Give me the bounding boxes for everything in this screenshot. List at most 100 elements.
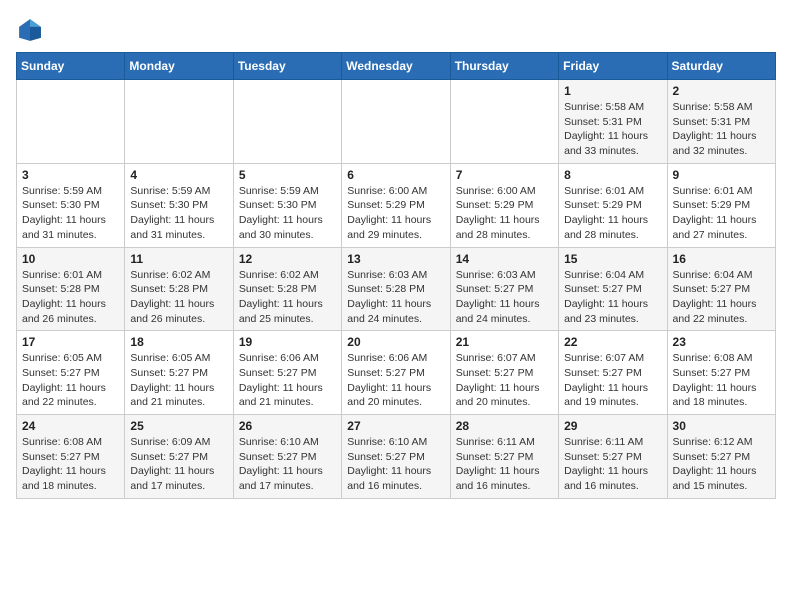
- calendar-body: 1 Sunrise: 5:58 AM Sunset: 5:31 PM Daylig…: [17, 80, 776, 499]
- cell-date: 25: [130, 419, 227, 433]
- calendar-cell: 20 Sunrise: 6:06 AM Sunset: 5:27 PM Dayli…: [342, 331, 450, 415]
- cell-date: 1: [564, 84, 661, 98]
- cell-info: Sunrise: 6:07 AM Sunset: 5:27 PM Dayligh…: [564, 351, 661, 410]
- calendar-cell: 3 Sunrise: 5:59 AM Sunset: 5:30 PM Daylig…: [17, 163, 125, 247]
- cell-info: Sunrise: 6:01 AM Sunset: 5:29 PM Dayligh…: [673, 184, 770, 243]
- weekday-tuesday: Tuesday: [233, 53, 341, 80]
- calendar-cell: 14Sunrise: 6:03 AM Sunset: 5:27 PM Dayli…: [450, 247, 558, 331]
- cell-date: 12: [239, 252, 336, 266]
- calendar-cell: 30Sunrise: 6:12 AM Sunset: 5:27 PM Dayli…: [667, 415, 775, 499]
- cell-info: Sunrise: 6:08 AM Sunset: 5:27 PM Dayligh…: [673, 351, 770, 410]
- cell-date: 24: [22, 419, 119, 433]
- cell-info: Sunrise: 6:02 AM Sunset: 5:28 PM Dayligh…: [239, 268, 336, 327]
- calendar-cell: 4Sunrise: 5:59 AM Sunset: 5:30 PM Daylig…: [125, 163, 233, 247]
- cell-date: 7: [456, 168, 553, 182]
- calendar-cell: 19Sunrise: 6:06 AM Sunset: 5:27 PM Dayli…: [233, 331, 341, 415]
- cell-date: 18: [130, 335, 227, 349]
- cell-info: Sunrise: 6:11 AM Sunset: 5:27 PM Dayligh…: [456, 435, 553, 494]
- logo-icon: [16, 16, 44, 44]
- cell-info: Sunrise: 6:01 AM Sunset: 5:28 PM Dayligh…: [22, 268, 119, 327]
- calendar-cell: 27 Sunrise: 6:10 AM Sunset: 5:27 PM Dayli…: [342, 415, 450, 499]
- cell-date: 6: [347, 168, 444, 182]
- cell-info: Sunrise: 6:04 AM Sunset: 5:27 PM Dayligh…: [673, 268, 770, 327]
- cell-date: 16: [673, 252, 770, 266]
- cell-date: 26: [239, 419, 336, 433]
- cell-date: 10: [22, 252, 119, 266]
- calendar-cell: [233, 80, 341, 164]
- cell-date: 13: [347, 252, 444, 266]
- cell-date: 28: [456, 419, 553, 433]
- calendar-table: SundayMondayTuesdayWednesdayThursdayFrid…: [16, 52, 776, 499]
- cell-info: Sunrise: 6:00 AM Sunset: 5:29 PM Dayligh…: [456, 184, 553, 243]
- calendar-week-1: 3 Sunrise: 5:59 AM Sunset: 5:30 PM Daylig…: [17, 163, 776, 247]
- cell-date: 3: [22, 168, 119, 182]
- cell-info: Sunrise: 6:02 AM Sunset: 5:28 PM Dayligh…: [130, 268, 227, 327]
- weekday-row: SundayMondayTuesdayWednesdayThursdayFrid…: [17, 53, 776, 80]
- cell-info: Sunrise: 6:04 AM Sunset: 5:27 PM Dayligh…: [564, 268, 661, 327]
- calendar-week-3: 17Sunrise: 6:05 AM Sunset: 5:27 PM Dayli…: [17, 331, 776, 415]
- calendar-header: SundayMondayTuesdayWednesdayThursdayFrid…: [17, 53, 776, 80]
- calendar-cell: 18 Sunrise: 6:05 AM Sunset: 5:27 PM Dayli…: [125, 331, 233, 415]
- cell-info: Sunrise: 6:00 AM Sunset: 5:29 PM Dayligh…: [347, 184, 444, 243]
- cell-date: 5: [239, 168, 336, 182]
- calendar-cell: [450, 80, 558, 164]
- cell-info: Sunrise: 6:03 AM Sunset: 5:28 PM Dayligh…: [347, 268, 444, 327]
- cell-date: 19: [239, 335, 336, 349]
- cell-info: Sunrise: 6:10 AM Sunset: 5:27 PM Dayligh…: [347, 435, 444, 494]
- cell-date: 20: [347, 335, 444, 349]
- cell-date: 2: [673, 84, 770, 98]
- weekday-friday: Friday: [559, 53, 667, 80]
- cell-date: 29: [564, 419, 661, 433]
- cell-info: Sunrise: 6:07 AM Sunset: 5:27 PM Dayligh…: [456, 351, 553, 410]
- calendar-cell: 26 Sunrise: 6:10 AM Sunset: 5:27 PM Dayli…: [233, 415, 341, 499]
- calendar-cell: 17Sunrise: 6:05 AM Sunset: 5:27 PM Dayli…: [17, 331, 125, 415]
- calendar-cell: 23 Sunrise: 6:08 AM Sunset: 5:27 PM Dayli…: [667, 331, 775, 415]
- cell-date: 21: [456, 335, 553, 349]
- calendar-cell: 22 Sunrise: 6:07 AM Sunset: 5:27 PM Dayli…: [559, 331, 667, 415]
- calendar-cell: 15 Sunrise: 6:04 AM Sunset: 5:27 PM Dayli…: [559, 247, 667, 331]
- cell-date: 23: [673, 335, 770, 349]
- cell-info: Sunrise: 6:10 AM Sunset: 5:27 PM Dayligh…: [239, 435, 336, 494]
- calendar-week-4: 24 Sunrise: 6:08 AM Sunset: 5:27 PM Dayli…: [17, 415, 776, 499]
- logo: [16, 16, 48, 44]
- calendar-cell: 25Sunrise: 6:09 AM Sunset: 5:27 PM Dayli…: [125, 415, 233, 499]
- calendar-cell: 6 Sunrise: 6:00 AM Sunset: 5:29 PM Daylig…: [342, 163, 450, 247]
- calendar-cell: 28 Sunrise: 6:11 AM Sunset: 5:27 PM Dayli…: [450, 415, 558, 499]
- cell-date: 22: [564, 335, 661, 349]
- cell-info: Sunrise: 6:06 AM Sunset: 5:27 PM Dayligh…: [347, 351, 444, 410]
- calendar-cell: [125, 80, 233, 164]
- calendar-cell: 11 Sunrise: 6:02 AM Sunset: 5:28 PM Dayli…: [125, 247, 233, 331]
- calendar-cell: 7 Sunrise: 6:00 AM Sunset: 5:29 PM Daylig…: [450, 163, 558, 247]
- cell-date: 27: [347, 419, 444, 433]
- calendar-cell: 13 Sunrise: 6:03 AM Sunset: 5:28 PM Dayli…: [342, 247, 450, 331]
- cell-date: 9: [673, 168, 770, 182]
- calendar-cell: 24 Sunrise: 6:08 AM Sunset: 5:27 PM Dayli…: [17, 415, 125, 499]
- cell-info: Sunrise: 5:58 AM Sunset: 5:31 PM Dayligh…: [673, 100, 770, 159]
- calendar-cell: 8Sunrise: 6:01 AM Sunset: 5:29 PM Daylig…: [559, 163, 667, 247]
- cell-info: Sunrise: 6:08 AM Sunset: 5:27 PM Dayligh…: [22, 435, 119, 494]
- calendar-cell: 2 Sunrise: 5:58 AM Sunset: 5:31 PM Daylig…: [667, 80, 775, 164]
- cell-info: Sunrise: 6:03 AM Sunset: 5:27 PM Dayligh…: [456, 268, 553, 327]
- cell-info: Sunrise: 5:58 AM Sunset: 5:31 PM Dayligh…: [564, 100, 661, 159]
- weekday-sunday: Sunday: [17, 53, 125, 80]
- calendar-cell: 9 Sunrise: 6:01 AM Sunset: 5:29 PM Daylig…: [667, 163, 775, 247]
- calendar-cell: 21 Sunrise: 6:07 AM Sunset: 5:27 PM Dayli…: [450, 331, 558, 415]
- cell-info: Sunrise: 5:59 AM Sunset: 5:30 PM Dayligh…: [22, 184, 119, 243]
- cell-info: Sunrise: 6:05 AM Sunset: 5:27 PM Dayligh…: [130, 351, 227, 410]
- calendar-cell: [342, 80, 450, 164]
- calendar-cell: 29 Sunrise: 6:11 AM Sunset: 5:27 PM Dayli…: [559, 415, 667, 499]
- cell-info: Sunrise: 5:59 AM Sunset: 5:30 PM Dayligh…: [239, 184, 336, 243]
- cell-date: 11: [130, 252, 227, 266]
- calendar-cell: 10 Sunrise: 6:01 AM Sunset: 5:28 PM Dayli…: [17, 247, 125, 331]
- calendar-cell: 12 Sunrise: 6:02 AM Sunset: 5:28 PM Dayli…: [233, 247, 341, 331]
- cell-date: 15: [564, 252, 661, 266]
- calendar-week-0: 1 Sunrise: 5:58 AM Sunset: 5:31 PM Daylig…: [17, 80, 776, 164]
- calendar-week-2: 10 Sunrise: 6:01 AM Sunset: 5:28 PM Dayli…: [17, 247, 776, 331]
- calendar-cell: [17, 80, 125, 164]
- weekday-thursday: Thursday: [450, 53, 558, 80]
- page-header: [16, 16, 776, 44]
- cell-info: Sunrise: 6:11 AM Sunset: 5:27 PM Dayligh…: [564, 435, 661, 494]
- cell-info: Sunrise: 6:01 AM Sunset: 5:29 PM Dayligh…: [564, 184, 661, 243]
- cell-date: 4: [130, 168, 227, 182]
- cell-info: Sunrise: 6:12 AM Sunset: 5:27 PM Dayligh…: [673, 435, 770, 494]
